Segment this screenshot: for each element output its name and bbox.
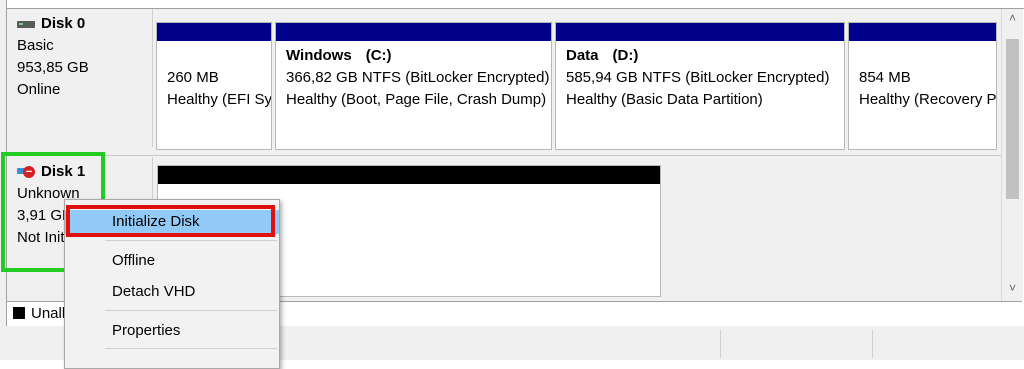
disk-0-status: Online [17,81,61,98]
partition-size: 585,94 GB NTFS (BitLocker Encrypted) [566,69,830,86]
menu-separator [105,348,277,349]
menu-item-offline[interactable]: Offline [65,249,279,273]
partition-bar [157,23,271,41]
disk-0-type: Basic [17,37,54,54]
partition-data-d[interactable]: Data (D:) 585,94 GB NTFS (BitLocker Encry… [555,22,845,150]
disk-0-info[interactable]: Disk 0 Basic 953,85 GB Online [7,9,153,147]
partition-status: Healthy (Boot, Page File, Crash Dump) [286,91,547,108]
scroll-thumb[interactable] [1006,39,1019,199]
partition-windows-c[interactable]: Windows (C:) 366,82 GB NTFS (BitLocker En… [275,22,552,150]
partition-bar [276,23,551,41]
partition-bar [849,23,996,41]
disk-0-size: 953,85 GB [17,59,89,76]
partition-size: 260 MB [167,69,219,86]
status-divider [872,330,873,358]
partition-letter: (C:) [365,47,392,64]
scroll-down-icon[interactable]: ˅ [1002,279,1023,297]
basic-disk-icon [17,18,35,30]
row-divider [7,155,1001,156]
partition-status: Healthy (Basic Data Partition) [566,91,763,108]
disk-0-name: Disk 0 [41,15,86,32]
unallocated-bar [158,166,660,184]
window-top-border [0,0,1024,9]
partition-size: 366,82 GB NTFS (BitLocker Encrypted) [286,69,550,86]
menu-separator [105,240,277,241]
menu-item-properties[interactable]: Properties [65,319,279,343]
initialize-disk-highlight [66,205,275,237]
unallocated-swatch-icon [13,307,25,319]
menu-separator [105,310,277,311]
scroll-up-icon[interactable]: ˄ [1002,9,1023,27]
partition-status: Healthy (EFI System Partition) [167,91,272,108]
partition-bar [556,23,844,41]
vertical-scrollbar[interactable]: ˄ ˅ [1001,9,1023,301]
partition-efi[interactable]: 260 MB Healthy (EFI System Partition) [156,22,272,150]
partition-size: 854 MB [859,69,911,86]
partition-letter: (D:) [612,47,639,64]
partition-status: Healthy (Recovery Partition) [859,91,997,108]
menu-item-detach-vhd[interactable]: Detach VHD [65,280,279,304]
status-divider [720,330,721,358]
partition-title: Data [566,47,599,64]
partition-recovery[interactable]: 854 MB Healthy (Recovery Partition) [848,22,997,150]
partition-title: Windows [286,47,352,64]
